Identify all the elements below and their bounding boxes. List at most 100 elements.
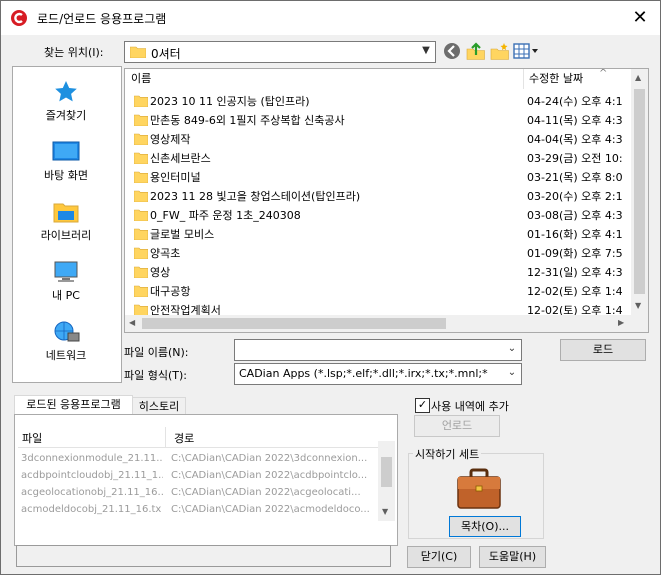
vscroll-thumb[interactable] [381, 457, 392, 487]
file-list-vscrollbar[interactable]: ▲ ▼ [631, 69, 648, 315]
vscroll-thumb[interactable] [634, 89, 645, 294]
filetype-label: 파일 형식(T): [124, 369, 187, 382]
contents-button[interactable]: 목차(O)... [449, 516, 521, 537]
column-divider[interactable] [523, 69, 524, 89]
file-name: 대구공항 [150, 285, 191, 298]
loaded-path: C:\CADian\CADian 2022\3dconnexion... [171, 453, 368, 464]
file-name: 글로벌 모비스 [150, 228, 215, 241]
list-item[interactable]: 영상제작 04-04(목) 오후 4:3 [125, 130, 630, 149]
chevron-down-icon: ⌄ [507, 343, 517, 354]
scroll-left-icon[interactable]: ◀ [129, 318, 135, 327]
list-item[interactable]: 용인터미널 03-21(목) 오후 8:0 [125, 168, 630, 187]
loaded-vscrollbar[interactable]: ▼ [378, 441, 395, 521]
list-item[interactable]: 영상 12-31(일) 오후 4:3 [125, 263, 630, 282]
loaded-file: acmodeldocobj_21.11_16.tx [21, 504, 162, 515]
file-list: 이름 수정한 날짜 ^ 2023 10 11 인공지능 (탑인프라) 04-24… [124, 68, 649, 333]
file-name: 용인터미널 [150, 171, 201, 184]
loaded-path: C:\CADian\CADian 2022\acmodeldoco... [171, 504, 370, 515]
file-date: 01-09(화) 오후 7:5 [527, 247, 623, 260]
folder-icon [134, 228, 148, 240]
up-folder-icon[interactable] [466, 41, 486, 61]
file-name: 0_FW_ 파주 운정 1초_240308 [150, 209, 301, 222]
table-row[interactable]: acmodeldocobj_21.11_16.tx C:\CADian\CADi… [19, 501, 384, 518]
tab-loaded-apps[interactable]: 로드된 응용프로그램 [14, 395, 133, 415]
tab-history[interactable]: 히스토리 [132, 397, 186, 415]
folder-icon [134, 171, 148, 183]
file-date: 04-24(수) 오후 4:1 [527, 95, 623, 108]
lookin-combo[interactable]: 0셔터 ▼ [124, 41, 436, 63]
place-label: 즐겨찾기 [45, 109, 87, 122]
file-date: 03-21(목) 오후 8:0 [527, 171, 623, 184]
list-item[interactable]: 2023 10 11 인공지능 (탑인프라) 04-24(수) 오후 4:1 [125, 92, 630, 111]
file-name: 양곡초 [150, 247, 181, 260]
list-item[interactable]: 2023 11 28 빛고을 창업스테이션(탑인프라) 03-20(수) 오후 … [125, 187, 630, 206]
file-date: 03-08(금) 오후 4:3 [527, 209, 623, 222]
loaded-apps-panel: 파일 경로 3dconnexionmodule_21.11... C:\CADi… [14, 414, 398, 546]
dialog-window: 로드/언로드 응용프로그램 ✕ 찾는 위치(I): 0셔터 ▼ 즐겨찾기 바탕 … [0, 0, 661, 575]
loaded-file: 3dconnexionmodule_21.11... [21, 453, 163, 464]
close-window-button[interactable]: ✕ [628, 6, 652, 30]
place-favorites[interactable]: 즐겨찾기 [13, 79, 119, 123]
add-history-checkbox[interactable]: ✓ [415, 398, 430, 413]
place-network[interactable]: 네트워크 [13, 319, 119, 363]
table-row[interactable]: 3dconnexionmodule_21.11... C:\CADian\CAD… [19, 450, 384, 467]
back-icon[interactable] [443, 42, 461, 60]
close-button[interactable]: 닫기(C) [407, 546, 471, 568]
file-date: 04-11(목) 오후 4:3 [527, 114, 623, 127]
folder-icon [134, 190, 148, 202]
list-item[interactable]: 양곡초 01-09(화) 오후 7:5 [125, 244, 630, 263]
cadian-logo-icon [11, 10, 27, 26]
column-header-path[interactable]: 경로 [174, 430, 194, 446]
scroll-up-icon[interactable]: ▲ [635, 73, 641, 82]
sort-ascending-icon: ^ [599, 68, 608, 79]
filename-combo[interactable]: ⌄ [234, 339, 522, 361]
column-header-date[interactable]: 수정한 날짜 [529, 69, 583, 89]
chevron-down-icon: ⌄ [507, 367, 517, 378]
column-header-file[interactable]: 파일 [22, 430, 42, 446]
file-name: 신촌세브란스 [150, 152, 211, 165]
status-field [16, 545, 391, 567]
column-divider[interactable] [165, 427, 166, 447]
table-row[interactable]: acgeolocationobj_21.11_16... C:\CADian\C… [19, 484, 384, 501]
add-history-label: 사용 내역에 추가 [431, 400, 509, 413]
filetype-combo[interactable]: CADian Apps (*.lsp;*.elf;*.dll;*.irx;*.t… [234, 363, 522, 385]
file-name: 만촌동 849-6외 1필지 주상복합 신축공사 [150, 114, 345, 127]
place-this-pc[interactable]: 내 PC [13, 259, 119, 303]
hscroll-thumb[interactable] [142, 318, 446, 329]
file-date: 04-04(목) 오후 4:3 [527, 133, 623, 146]
load-button[interactable]: 로드 [560, 339, 646, 361]
place-label: 바탕 화면 [44, 169, 88, 182]
place-desktop[interactable]: 바탕 화면 [13, 139, 119, 183]
list-item[interactable]: 만촌동 849-6외 1필지 주상복합 신축공사 04-11(목) 오후 4:3 [125, 111, 630, 130]
scroll-right-icon[interactable]: ▶ [618, 318, 624, 327]
places-sidebar: 즐겨찾기 바탕 화면 라이브러리 내 PC 네트워크 [12, 66, 122, 383]
pc-icon [54, 261, 78, 282]
loaded-path: C:\CADian\CADian 2022\acgeolocati... [171, 487, 361, 498]
lookin-label: 찾는 위치(I): [44, 46, 104, 59]
star-icon [55, 81, 77, 102]
new-folder-icon[interactable] [490, 41, 510, 61]
folder-icon [134, 247, 148, 259]
scroll-down-icon[interactable]: ▼ [382, 507, 388, 516]
list-item[interactable]: 0_FW_ 파주 운정 1초_240308 03-08(금) 오후 4:3 [125, 206, 630, 225]
scroll-down-icon[interactable]: ▼ [635, 301, 641, 310]
file-date: 03-20(수) 오후 2:1 [527, 190, 623, 203]
file-name: 2023 10 11 인공지능 (탑인프라) [150, 95, 310, 108]
list-item[interactable]: 신촌세브란스 03-29(금) 오전 10: [125, 149, 630, 168]
file-name: 영상제작 [150, 133, 191, 146]
table-row[interactable]: acdbpointcloudobj_21.11_1... C:\CADian\C… [19, 467, 384, 484]
view-menu-icon[interactable] [513, 42, 539, 60]
list-item[interactable]: 글로벌 모비스 01-16(화) 오후 4:1 [125, 225, 630, 244]
file-list-hscrollbar[interactable]: ◀ ▶ [125, 315, 648, 332]
list-item[interactable]: 대구공항 12-02(토) 오후 1:4 [125, 282, 630, 301]
column-header-name[interactable]: 이름 [131, 69, 151, 89]
startup-suite-title: 시작하기 세트 [413, 446, 482, 462]
file-date: 12-02(토) 오후 1:4 [527, 285, 623, 298]
folder-icon [134, 95, 148, 107]
filename-label: 파일 이름(N): [124, 346, 189, 359]
file-name: 영상 [150, 266, 171, 279]
desktop-icon [52, 141, 80, 161]
place-library[interactable]: 라이브러리 [13, 199, 119, 243]
help-button[interactable]: 도움말(H) [479, 546, 546, 568]
unload-button[interactable]: 언로드 [414, 415, 500, 437]
